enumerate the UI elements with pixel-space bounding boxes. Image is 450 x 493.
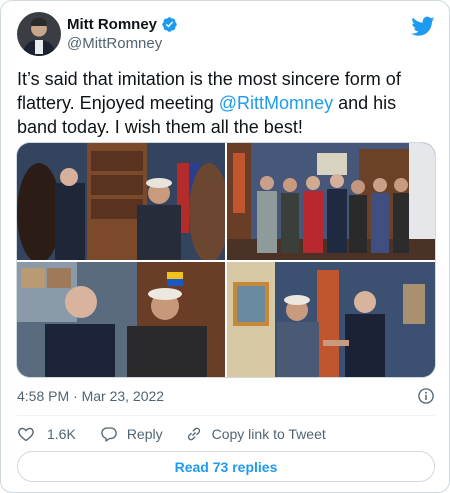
- author-display-name[interactable]: Mitt Romney: [67, 15, 157, 34]
- author-names: Mitt Romney @MittRomney: [67, 15, 178, 53]
- heart-icon: [18, 427, 34, 442]
- author-handle[interactable]: @MittRomney: [67, 34, 178, 53]
- media-grid: [16, 142, 436, 378]
- divider: [17, 415, 435, 416]
- timestamp[interactable]: 4:58 PM · Mar 23, 2022: [17, 388, 164, 404]
- copy-link-button[interactable]: Copy link to Tweet: [185, 425, 326, 443]
- photo-1[interactable]: [17, 143, 225, 260]
- copy-link-label: Copy link to Tweet: [211, 426, 326, 442]
- tweet-card: Mitt Romney @MittRomney It’s said that i…: [0, 0, 450, 493]
- action-bar: 1.6K Reply Copy link to Tweet: [17, 422, 435, 446]
- reply-label: Reply: [126, 426, 163, 442]
- avatar[interactable]: [17, 12, 61, 56]
- verified-badge-icon: [162, 17, 177, 32]
- tweet-text: It’s said that imitation is the most sin…: [17, 67, 437, 139]
- photo-2[interactable]: [227, 143, 435, 260]
- like-button[interactable]: 1.6K: [17, 425, 76, 443]
- like-count: 1.6K: [47, 426, 76, 442]
- reply-button[interactable]: Reply: [100, 425, 163, 443]
- read-replies-button[interactable]: Read 73 replies: [17, 451, 435, 482]
- twitter-bird-icon[interactable]: [411, 14, 435, 38]
- tweet-header: Mitt Romney @MittRomney: [17, 12, 435, 56]
- tweet-meta: 4:58 PM · Mar 23, 2022: [17, 386, 435, 406]
- photo-3[interactable]: [17, 262, 225, 377]
- info-icon[interactable]: [417, 387, 435, 405]
- reply-icon: [101, 427, 117, 442]
- read-replies-label: Read 73 replies: [174, 458, 278, 475]
- author-display-name-row[interactable]: Mitt Romney: [67, 15, 178, 34]
- photo-4[interactable]: [227, 262, 435, 377]
- link-icon: [187, 427, 200, 441]
- mention-link[interactable]: @RittMomney: [219, 93, 333, 113]
